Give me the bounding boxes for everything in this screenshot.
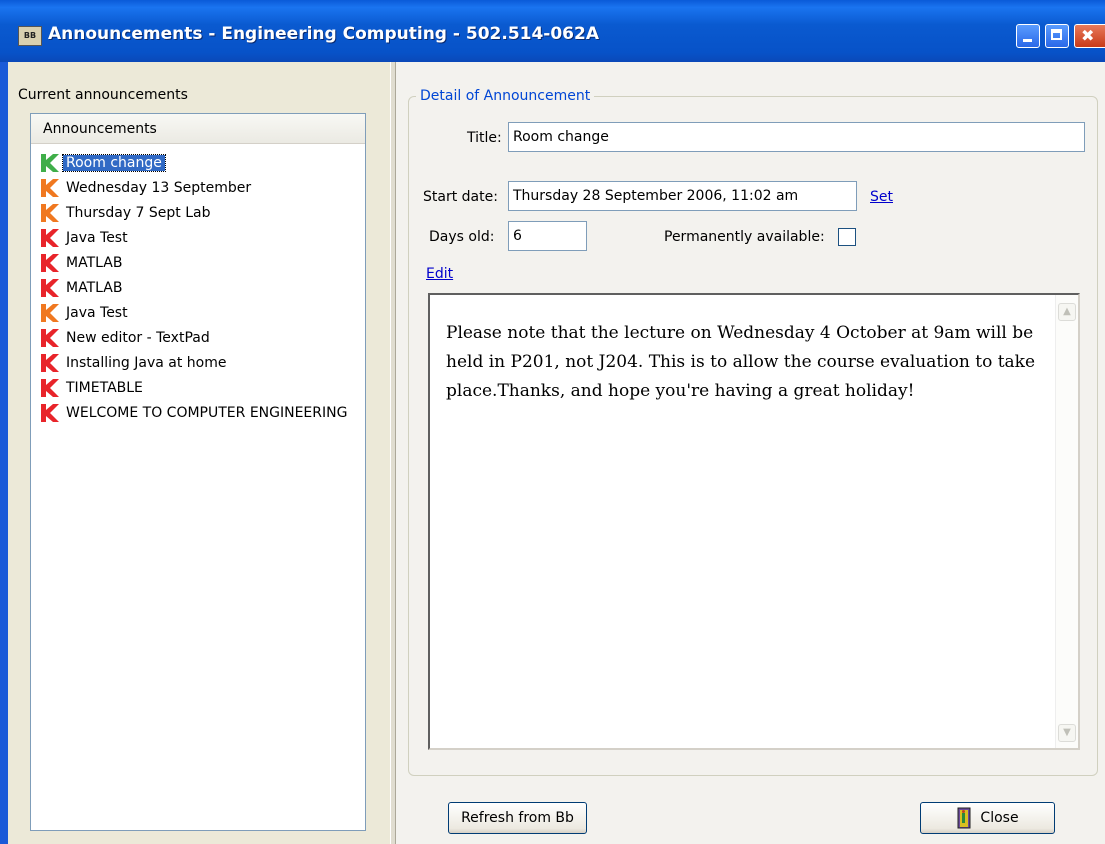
announcement-status-icon [39,328,59,347]
list-item-label: WELCOME TO COMPUTER ENGINEERING [66,404,348,421]
announcement-status-icon [39,278,59,297]
list-item-label: Java Test [66,229,128,246]
list-items: Room change Wednesday 13 September Thursda… [39,150,365,425]
announcement-status-icon [39,303,59,322]
current-announcements-label: Current announcements [18,87,188,103]
announcement-status-icon [39,228,59,247]
days-old-label: Days old: [429,229,495,245]
body-scrollbar[interactable]: ▲ ▼ [1055,295,1078,748]
announcement-text: Please note that the lecture on Wednesda… [446,323,1036,401]
list-item[interactable]: MATLAB [39,275,365,300]
list-item-label: New editor - TextPad [66,329,210,346]
window-close-button[interactable] [1074,24,1105,48]
maximize-button[interactable] [1045,24,1069,48]
announcement-status-icon [39,203,59,222]
list-item[interactable]: Installing Java at home [39,350,365,375]
set-date-link[interactable]: Set [870,189,893,205]
list-item-label: TIMETABLE [66,379,143,396]
list-item[interactable]: TIMETABLE [39,375,365,400]
start-date-label: Start date: [423,189,498,205]
list-item-label: Wednesday 13 September [66,179,252,196]
list-item-label: Room change [62,153,166,172]
list-item-label: Java Test [66,304,128,321]
start-date-field[interactable]: Thursday 28 September 2006, 11:02 am [508,181,857,211]
app-icon: BB [18,26,42,46]
edit-link[interactable]: Edit [426,266,453,282]
title-field[interactable]: Room change [508,122,1085,152]
refresh-from-bb-button[interactable]: Refresh from Bb [448,802,587,834]
announcement-body[interactable]: Please note that the lecture on Wednesda… [428,293,1080,750]
list-item-label: Installing Java at home [66,354,227,371]
announcements-list[interactable]: Announcements Room change Wednesday 13 Se… [30,113,366,831]
list-item[interactable]: Wednesday 13 September [39,175,365,200]
close-button[interactable]: Close [920,802,1055,834]
list-item[interactable]: MATLAB [39,250,365,275]
list-item[interactable]: New editor - TextPad [39,325,365,350]
window-frame-left [0,62,8,844]
announcement-status-icon [39,178,59,197]
list-item-label: Thursday 7 Sept Lab [66,204,211,221]
title-label: Title: [467,130,502,146]
list-item[interactable]: Room change [39,150,365,175]
list-item[interactable]: Java Test [39,225,365,250]
announcement-status-icon [39,403,59,422]
list-item[interactable]: Thursday 7 Sept Lab [39,200,365,225]
refresh-button-label: Refresh from Bb [461,810,574,826]
list-item[interactable]: WELCOME TO COMPUTER ENGINEERING [39,400,365,425]
list-item-label: MATLAB [66,254,123,271]
days-old-field[interactable]: 6 [508,221,587,251]
list-item[interactable]: Java Test [39,300,365,325]
announcement-status-icon [39,253,59,272]
announcement-status-icon [39,378,59,397]
scroll-up-arrow-icon[interactable]: ▲ [1058,303,1076,321]
list-header-label: Announcements [43,121,157,137]
minimize-button[interactable] [1016,24,1040,48]
title-bar[interactable]: BB Announcements - Engineering Computing… [0,0,1105,62]
scroll-down-arrow-icon[interactable]: ▼ [1058,724,1076,742]
announcement-status-icon [39,353,59,372]
close-button-label: Close [980,810,1019,826]
door-exit-icon [957,807,971,829]
announcements-window: BB Announcements - Engineering Computing… [0,0,1105,844]
announcement-status-icon [39,153,59,172]
detail-group-title: Detail of Announcement [416,88,595,104]
permanently-available-checkbox[interactable] [838,228,856,246]
window-title: Announcements - Engineering Computing - … [48,24,599,44]
list-item-label: MATLAB [66,279,123,296]
list-column-header[interactable]: Announcements [31,114,365,144]
permanently-available-label: Permanently available: [664,229,825,245]
